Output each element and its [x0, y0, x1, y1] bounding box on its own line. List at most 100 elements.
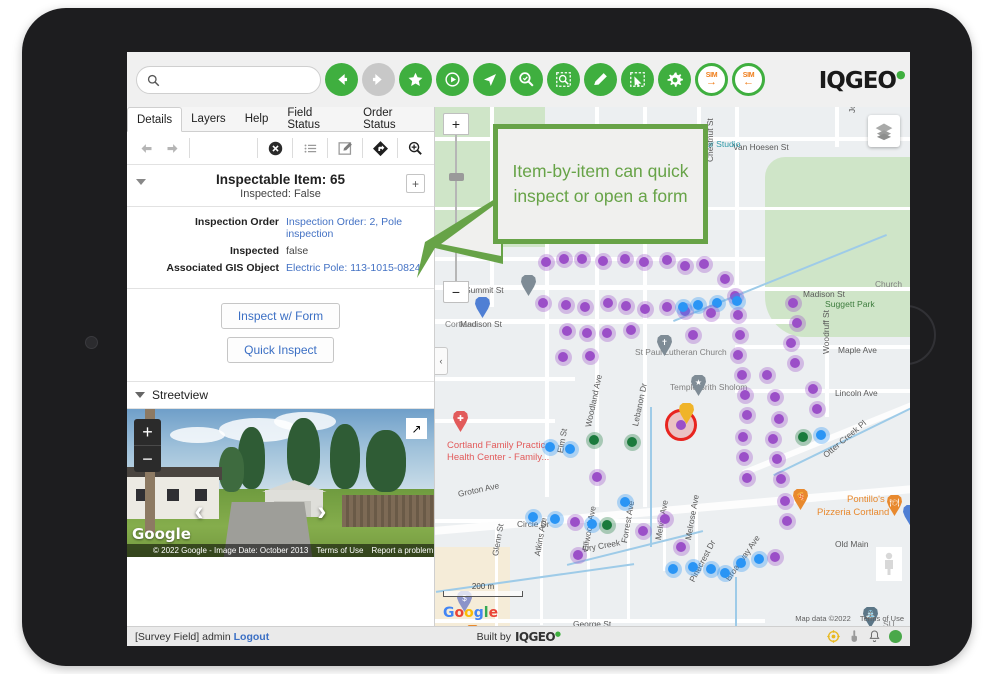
map-data-point[interactable]	[602, 520, 612, 530]
streetview-viewer[interactable]: + − ↗ ‹ › Google © 2022 Google - Image D…	[127, 409, 434, 557]
map-data-point[interactable]	[668, 564, 678, 574]
map-data-point[interactable]	[732, 296, 742, 306]
map-data-point[interactable]	[688, 330, 698, 340]
map-data-point[interactable]	[768, 434, 778, 444]
map-data-point[interactable]	[562, 326, 572, 336]
map-data-point[interactable]	[816, 430, 826, 440]
map-data-point[interactable]	[577, 254, 587, 264]
map-data-point[interactable]	[639, 257, 649, 267]
map-data-point[interactable]	[598, 256, 608, 266]
list-icon[interactable]	[297, 135, 323, 161]
map-poi-label[interactable]: Health Center - Family...	[447, 452, 549, 463]
map-collapse-button[interactable]: ‹	[435, 347, 448, 375]
map-data-point[interactable]	[660, 514, 670, 524]
map-data-point[interactable]	[589, 435, 599, 445]
map-poi-label[interactable]: St Paul Lutheran Church	[635, 347, 727, 357]
map-data-point[interactable]	[772, 454, 782, 464]
map-data-point[interactable]	[678, 302, 688, 312]
map-poi-label[interactable]: Suggett Park	[825, 299, 875, 309]
search-input[interactable]	[165, 73, 310, 87]
map-data-point[interactable]	[740, 390, 750, 400]
attribute-value[interactable]: Electric Pole: 113-1015-0824	[286, 262, 421, 274]
map-poi-pin[interactable]	[475, 297, 490, 318]
map-data-point[interactable]	[739, 452, 749, 462]
map-data-point[interactable]	[662, 255, 672, 265]
map-data-point[interactable]	[620, 254, 630, 264]
map-data-point[interactable]	[693, 300, 703, 310]
map-poi-label[interactable]: Temple Brith Sholom	[670, 382, 747, 392]
tab-help[interactable]: Help	[236, 107, 279, 131]
map-data-point[interactable]	[780, 496, 790, 506]
map-data-point[interactable]	[720, 568, 730, 578]
map-data-point[interactable]	[798, 432, 808, 442]
play-icon[interactable]	[436, 63, 469, 96]
tab-field-status[interactable]: Field Status	[278, 107, 354, 131]
map-data-point[interactable]	[688, 562, 698, 572]
map-data-point[interactable]	[737, 370, 747, 380]
map-data-point[interactable]	[558, 352, 568, 362]
map-data-point[interactable]	[538, 298, 548, 308]
map-zoom-in-button[interactable]: +	[443, 113, 469, 135]
map-data-point[interactable]	[738, 432, 748, 442]
pencil-icon[interactable]	[584, 63, 617, 96]
map-data-point[interactable]	[626, 325, 636, 335]
directions-icon[interactable]	[367, 135, 393, 161]
map-data-point[interactable]	[627, 437, 637, 447]
map-data-point[interactable]	[565, 444, 575, 454]
map-data-point[interactable]	[582, 328, 592, 338]
map-data-point[interactable]	[736, 558, 746, 568]
map-data-point[interactable]	[561, 300, 571, 310]
collapse-caret-icon[interactable]	[136, 179, 146, 185]
star-icon[interactable]	[399, 63, 432, 96]
map-data-point[interactable]	[762, 370, 772, 380]
map-data-point[interactable]	[580, 302, 590, 312]
hand-touch-icon[interactable]	[849, 630, 860, 643]
map-data-point[interactable]	[788, 298, 798, 308]
area-search-icon[interactable]	[547, 63, 580, 96]
map-data-point[interactable]	[570, 517, 580, 527]
streetview-zoom-out-button[interactable]: −	[134, 446, 161, 472]
map-data-point[interactable]	[774, 414, 784, 424]
logout-link[interactable]: Logout	[234, 631, 270, 643]
map-data-point[interactable]	[699, 259, 709, 269]
forward-arrow-icon[interactable]	[362, 63, 395, 96]
map-data-point[interactable]	[706, 308, 716, 318]
map-poi-pin[interactable]: 🍕	[793, 489, 808, 510]
map-data-point[interactable]	[662, 302, 672, 312]
tab-layers[interactable]: Layers	[182, 107, 236, 131]
map-data-point[interactable]	[790, 358, 800, 368]
map-data-point[interactable]	[770, 392, 780, 402]
map-data-point[interactable]	[742, 473, 752, 483]
map-data-point[interactable]	[782, 516, 792, 526]
streetview-terms-link[interactable]: Terms of Use	[316, 546, 363, 555]
sim-in-icon[interactable]: SIM ←	[732, 63, 765, 96]
map-data-point[interactable]	[720, 274, 730, 284]
map-data-point[interactable]	[541, 257, 551, 267]
map-poi-label[interactable]: Church	[875, 279, 902, 289]
map-data-point[interactable]	[573, 550, 583, 560]
map-poi-label[interactable]: Cortland	[445, 319, 477, 329]
map-poi-label[interactable]: Pontillo's	[847, 494, 885, 505]
map-data-point[interactable]	[592, 472, 602, 482]
search-circle-icon[interactable]	[510, 63, 543, 96]
tab-order-status[interactable]: Order Status	[354, 107, 434, 131]
bell-icon[interactable]	[869, 630, 880, 643]
map-data-point[interactable]	[528, 512, 538, 522]
pegman-icon[interactable]	[876, 547, 902, 581]
map-data-point[interactable]	[640, 304, 650, 314]
map-poi-pin[interactable]	[903, 505, 910, 526]
streetview-zoom-controls[interactable]: + −	[134, 419, 161, 472]
streetview-arrow-right[interactable]: ›	[317, 496, 326, 527]
map-terms-link[interactable]: Terms of Use	[860, 614, 904, 623]
status-online-icon[interactable]	[889, 630, 902, 643]
tab-details[interactable]: Details	[127, 107, 183, 132]
edit-icon[interactable]	[332, 135, 358, 161]
map-data-point[interactable]	[550, 514, 560, 524]
map-data-point[interactable]	[638, 526, 648, 536]
map-data-point[interactable]	[603, 298, 613, 308]
map-data-point[interactable]	[545, 442, 555, 452]
streetview-section-header[interactable]: Streetview	[127, 381, 434, 409]
map-data-point[interactable]	[676, 542, 686, 552]
map-poi-pin[interactable]	[521, 275, 536, 296]
map-data-point[interactable]	[559, 254, 569, 264]
